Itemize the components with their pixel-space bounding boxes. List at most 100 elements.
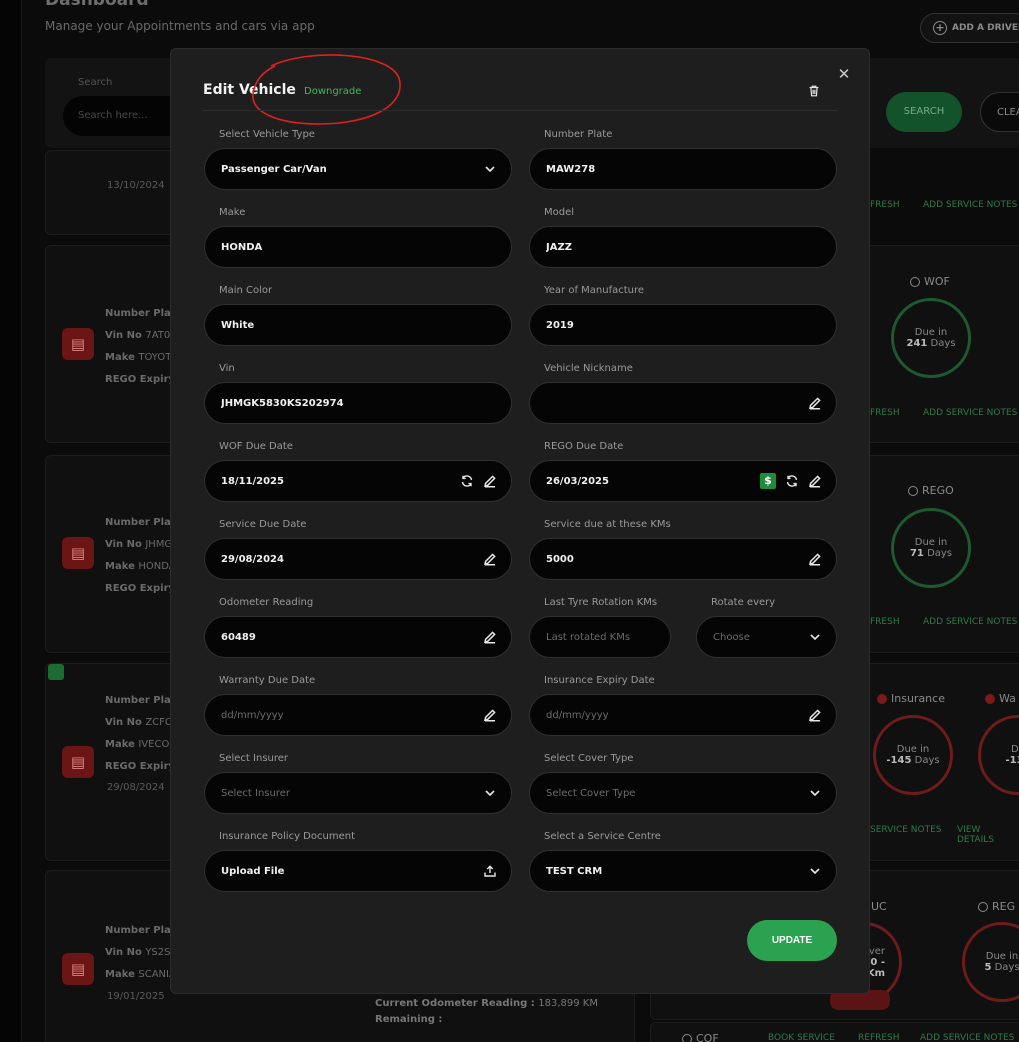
refresh-link[interactable]: FRESH: [870, 408, 900, 418]
refresh-link[interactable]: FRESH: [870, 200, 900, 210]
insurance-expiry-input[interactable]: dd/mm/yyyy: [529, 694, 837, 736]
odometer-line: Current Odometer Reading : 183,899 KM: [375, 998, 598, 1009]
card-make-label: Make IVECO: [105, 739, 170, 750]
status-icon: [910, 276, 920, 287]
odometer-input[interactable]: 60489: [204, 616, 512, 658]
chevron-down-icon: [808, 786, 822, 800]
card-date: 29/08/2024: [107, 782, 165, 793]
search-label: Search: [78, 77, 113, 88]
card-date: 19/01/2025: [107, 991, 165, 1002]
warranty-status-label: Wa: [985, 692, 1016, 705]
number-plate-input[interactable]: MAW278: [529, 148, 837, 190]
upload-icon: [483, 864, 497, 878]
pencil-icon[interactable]: [808, 552, 822, 566]
vehicle-type-select[interactable]: Passenger Car/Van: [204, 148, 512, 190]
warranty-label: Warranty Due Date: [219, 675, 316, 686]
rego-ring: Due in 71 Days: [891, 508, 971, 588]
number-plate-label: Number Plate: [544, 129, 613, 140]
service-due-input[interactable]: 29/08/2024: [204, 538, 512, 580]
main-color-input[interactable]: White: [204, 304, 512, 346]
warranty-date-input[interactable]: dd/mm/yyyy: [204, 694, 512, 736]
chevron-down-icon: [483, 786, 497, 800]
card-vin-label: Vin No 7AT0H: [105, 330, 178, 341]
insurer-label: Select Insurer: [219, 753, 289, 764]
alert-icon: [985, 693, 995, 704]
vin-label: Vin: [219, 363, 235, 374]
model-label: Model: [544, 207, 575, 218]
add-driver-button[interactable]: + ADD A DRIVER: [920, 13, 1019, 43]
policy-upload-button[interactable]: Upload File: [204, 850, 512, 892]
downgrade-link[interactable]: Downgrade: [304, 86, 361, 97]
add-service-notes-link[interactable]: ADD SERVICE NOTES: [923, 408, 1017, 418]
card-make-label: Make HONDA: [105, 561, 176, 572]
refresh-icon[interactable]: [785, 474, 799, 488]
wof-due-input[interactable]: 18/11/2025: [204, 460, 512, 502]
edit-vehicle-modal: Edit Vehicle Downgrade ✕ Select Vehicle …: [170, 48, 870, 994]
rego-status-label: REG: [978, 900, 1015, 913]
refresh-link[interactable]: FRESH: [870, 617, 900, 627]
pencil-icon[interactable]: [483, 630, 497, 644]
clear-button[interactable]: CLEA: [980, 92, 1019, 132]
car-icon: ▤: [62, 537, 94, 569]
vin-input[interactable]: JHMGK5830KS202974: [204, 382, 512, 424]
nickname-input[interactable]: [529, 382, 837, 424]
main-color-label: Main Color: [219, 285, 273, 296]
year-input[interactable]: 2019: [529, 304, 837, 346]
year-label: Year of Manufacture: [544, 285, 645, 296]
rotate-every-label: Rotate every: [711, 597, 776, 608]
pencil-icon[interactable]: [808, 396, 822, 410]
refresh-icon[interactable]: [460, 474, 474, 488]
service-centre-label: Select a Service Centre: [544, 831, 661, 842]
status-icon: [978, 901, 988, 912]
model-input[interactable]: JAZZ: [529, 226, 837, 268]
insurance-status-label: Insurance: [877, 692, 945, 705]
odometer-label: Odometer Reading: [219, 597, 314, 608]
add-service-notes-link[interactable]: ADD SERVICE NOTES: [923, 617, 1017, 627]
pencil-icon[interactable]: [483, 708, 497, 722]
rego-due-input[interactable]: 26/03/2025 $: [529, 460, 837, 502]
pencil-icon[interactable]: [808, 474, 822, 488]
rego-due-label: REGO Due Date: [544, 441, 624, 452]
pencil-icon[interactable]: [808, 708, 822, 722]
refresh-link[interactable]: REFRESH: [858, 1033, 900, 1042]
service-kms-input[interactable]: 5000: [529, 538, 837, 580]
payment-icon[interactable]: $: [760, 473, 776, 489]
card-date: 13/10/2024: [107, 180, 165, 191]
make-input[interactable]: HONDA: [204, 226, 512, 268]
card-vin-label: Vin No YS2S8: [105, 947, 177, 958]
tyre-rotation-input[interactable]: Last rotated KMs: [529, 616, 671, 658]
card-vin-label: Vin No JHMGK: [105, 539, 179, 550]
card-make-label: Make TOYOTA: [105, 352, 178, 363]
ruc-status-label: UC: [871, 900, 887, 913]
add-service-notes-link[interactable]: ADD SERVICE NOTES: [920, 1033, 1014, 1042]
remaining-line: Remaining :: [375, 1014, 443, 1025]
insurer-select[interactable]: Select Insurer: [204, 772, 512, 814]
search-button[interactable]: SEARCH: [886, 92, 962, 132]
cover-type-select[interactable]: Select Cover Type: [529, 772, 837, 814]
update-button[interactable]: UPDATE: [747, 920, 837, 961]
page-subtitle: Manage your Appointments and cars via ap…: [45, 19, 315, 33]
tyre-rotation-label: Last Tyre Rotation KMs: [544, 597, 658, 608]
wof-status-label: WOF: [910, 275, 950, 288]
rotate-every-select[interactable]: Choose: [696, 616, 837, 658]
pencil-icon[interactable]: [483, 474, 497, 488]
chevron-down-icon: [808, 864, 822, 878]
add-service-notes-link[interactable]: ADD SERVICE NOTES: [923, 200, 1017, 210]
service-kms-label: Service due at these KMs: [544, 519, 671, 530]
service-notes-link[interactable]: SERVICE NOTES: [870, 825, 942, 835]
wof-ring: Due in 241 Days: [891, 298, 971, 378]
book-service-link[interactable]: BOOK SERVICE: [768, 1033, 835, 1042]
modal-divider: [203, 110, 837, 111]
close-icon[interactable]: ✕: [837, 67, 851, 82]
chevron-down-icon: [808, 630, 822, 644]
page-title: Dashboard: [45, 0, 149, 10]
cof-status-label: COF: [682, 1032, 719, 1042]
delete-vehicle-button[interactable]: [807, 83, 823, 99]
card-vin-label: Vin No ZCFC5: [105, 717, 179, 728]
policy-document-label: Insurance Policy Document: [219, 831, 355, 842]
service-centre-select[interactable]: TEST CRM: [529, 850, 837, 892]
vehicle-type-label: Select Vehicle Type: [219, 129, 315, 140]
pencil-icon[interactable]: [483, 552, 497, 566]
view-details-link[interactable]: VIEW DETAILS: [957, 825, 1019, 845]
make-label: Make: [219, 207, 246, 218]
